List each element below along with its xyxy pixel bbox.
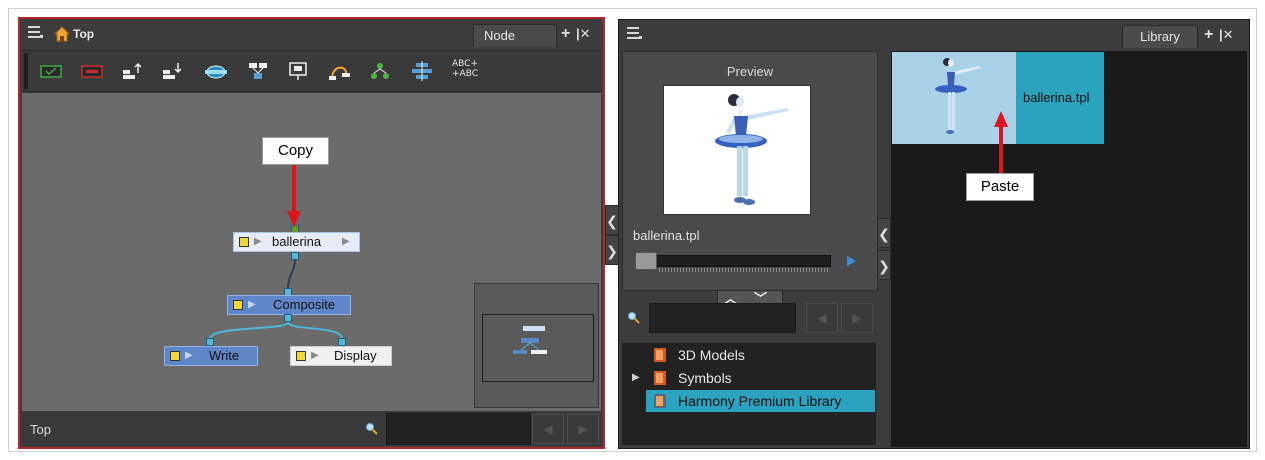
tree-item-3d-models[interactable]: 3D Models (622, 344, 876, 366)
peg-icon[interactable] (204, 61, 228, 81)
enable-icon[interactable] (39, 61, 63, 81)
cable-icon[interactable] (327, 61, 351, 81)
node-composite[interactable]: ▶ Composite (227, 295, 351, 315)
library-panel: Library + |✕ Preview ballerina.tpl ︿ ﹀ ◀… (605, 19, 1250, 449)
timeline-handle[interactable] (635, 252, 657, 270)
library-folder-icon (654, 371, 666, 385)
menu-icon[interactable] (28, 26, 43, 38)
node-color-swatch (296, 351, 306, 361)
menu-icon[interactable] (627, 27, 642, 39)
expand-right-icon[interactable]: ❯ (877, 250, 891, 280)
tree-item-label: Harmony Premium Library (678, 393, 842, 409)
group-icon[interactable] (246, 61, 270, 81)
library-search-prev-button[interactable]: ◀ (806, 303, 838, 333)
minimap-nodes (513, 326, 547, 354)
expand-triangle-icon[interactable]: ▶ (632, 367, 640, 389)
preview-panel: Preview ballerina.tpl (622, 51, 878, 291)
home-icon[interactable] (54, 26, 70, 42)
disable-icon[interactable] (80, 61, 104, 81)
copy-arrow-icon (287, 165, 301, 227)
ungroup-icon[interactable] (286, 61, 310, 81)
node-view-statusbar: Top ◀ ▶ (22, 411, 601, 447)
move-up-icon[interactable] (120, 61, 144, 81)
node-ballerina[interactable]: ▶ ballerina ▶ (233, 232, 360, 252)
library-search-input[interactable] (649, 303, 796, 333)
navigator-minimap[interactable] (474, 283, 599, 408)
play-icon[interactable] (847, 256, 856, 266)
paste-callout: Paste (966, 173, 1034, 201)
library-item-name: ballerina.tpl (1023, 90, 1090, 105)
preview-title: Preview (726, 64, 774, 79)
library-folder-tree: 3D Models ▶ Symbols Harmony Premium Libr… (622, 343, 876, 445)
node-color-swatch (239, 237, 249, 247)
node-color-swatch (233, 300, 243, 310)
node-label: ballerina (272, 234, 322, 249)
collapse-left-icon[interactable]: ❮ (877, 218, 891, 248)
preview-filename: ballerina.tpl (633, 228, 700, 243)
collapse-left-icon[interactable]: ❮ (605, 205, 619, 235)
copy-callout: Copy (262, 137, 329, 165)
tree-item-harmony-premium-library[interactable]: Harmony Premium Library (646, 390, 875, 412)
preview-image (663, 85, 811, 215)
breadcrumb-top[interactable]: Top (73, 27, 94, 41)
expand-right-icon[interactable]: ❯ (605, 235, 619, 265)
write-input-port[interactable] (206, 338, 214, 346)
timeline-ticks (659, 268, 829, 272)
add-view-icon[interactable]: + (561, 26, 570, 42)
search-icon (366, 423, 378, 435)
close-view-icon[interactable]: |✕ (576, 26, 591, 42)
library-folder-icon (654, 348, 666, 362)
expand-arrow-icon[interactable]: ▶ (185, 347, 193, 365)
tab-node-view[interactable]: Node View (473, 24, 557, 65)
expand-arrow-icon[interactable]: ▶ (254, 233, 262, 251)
ballerina-output-port[interactable] (291, 252, 299, 260)
node-color-swatch (170, 351, 180, 361)
search-next-button[interactable]: ▶ (567, 414, 599, 444)
node-display[interactable]: ▶ Display (290, 346, 392, 366)
library-folder-icon (654, 394, 666, 408)
create-node-icon[interactable] (368, 61, 392, 81)
node-view-toolbar: ABC+ +ABC (22, 50, 601, 92)
node-view-canvas[interactable]: ▶ ballerina ▶ ▶ Composite ▶ Write ▶ Disp… (22, 93, 601, 411)
node-label: Composite (273, 297, 336, 312)
tree-item-label: Symbols (678, 370, 732, 386)
rename-icon[interactable]: ABC+ +ABC (452, 59, 482, 79)
add-view-icon[interactable]: + (1204, 27, 1213, 43)
display-input-port[interactable] (338, 338, 346, 346)
layout-icon[interactable] (410, 61, 434, 81)
status-label: Top (30, 422, 51, 437)
search-icon (628, 312, 640, 324)
tree-item-label: 3D Models (678, 347, 745, 363)
preview-timeline-slider[interactable] (635, 255, 831, 267)
move-down-icon[interactable] (160, 61, 184, 81)
expand-arrow-icon[interactable]: ▶ (248, 296, 256, 314)
node-view-panel: Top Node View + |✕ ABC++ABC ▶ ballerina (18, 17, 605, 449)
paste-arrow-icon (994, 111, 1008, 175)
node-view-tabbar: Top Node View + |✕ (20, 19, 603, 65)
toolbar-grip (24, 53, 28, 89)
library-tabbar: Library + |✕ (619, 20, 1249, 50)
tree-item-symbols[interactable]: ▶ Symbols (622, 367, 876, 389)
node-label: Display (334, 348, 377, 363)
preview-collapse-controls: ︿ ﹀ (717, 290, 783, 306)
node-write[interactable]: ▶ Write (164, 346, 258, 366)
node-label: Write (209, 348, 240, 363)
library-search-next-button[interactable]: ▶ (841, 303, 873, 333)
output-arrow-icon: ▶ (342, 236, 350, 247)
node-search-input[interactable] (386, 413, 531, 445)
library-content-grid[interactable]: ballerina.tpl Paste (891, 51, 1247, 447)
ballerina-figure-icon (715, 94, 788, 205)
close-view-icon[interactable]: |✕ (1219, 27, 1234, 43)
search-prev-button[interactable]: ◀ (532, 414, 564, 444)
tab-library[interactable]: Library (1122, 25, 1198, 48)
expand-arrow-icon[interactable]: ▶ (311, 347, 319, 365)
composite-output-port[interactable] (284, 314, 292, 322)
